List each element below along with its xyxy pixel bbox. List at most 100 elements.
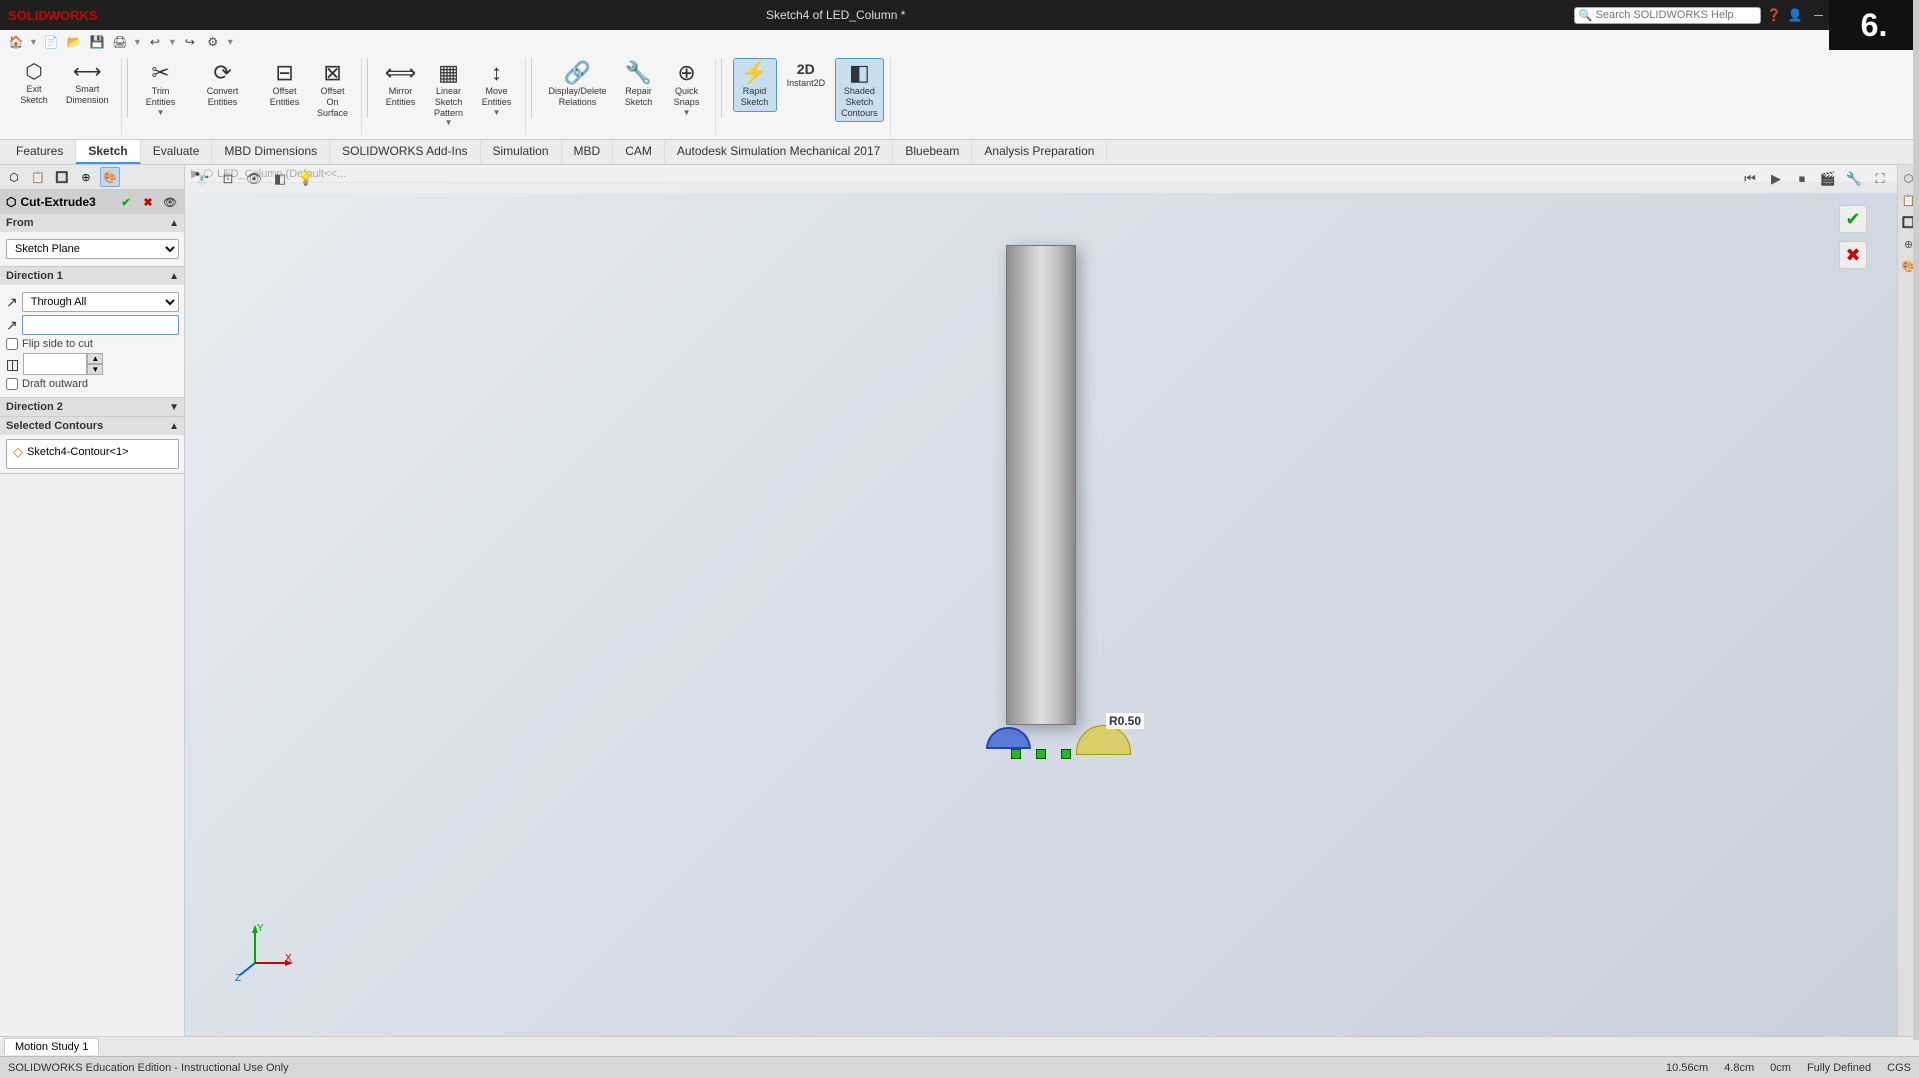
redo-btn[interactable]: ↪ [180, 32, 200, 52]
draft-icon: ◫ [6, 356, 19, 373]
pm-cancel-btn[interactable]: ✖ [139, 193, 157, 211]
tab-cam[interactable]: CAM [613, 140, 665, 164]
offset-surface-btn[interactable]: ⊠ OffsetOnSurface [311, 58, 355, 122]
display-style-btn[interactable]: ◧ [269, 168, 291, 190]
tab-sw-addins[interactable]: SOLIDWORKS Add-Ins [330, 140, 480, 164]
exit-sketch-btn[interactable]: ⬡ ExitSketch [12, 58, 56, 110]
pm-dir1-header[interactable]: Direction 1 ▲ [0, 267, 185, 285]
coord-y: 4.8cm [1724, 1062, 1754, 1074]
property-manager-btn[interactable]: 📋 [28, 167, 48, 187]
pm-contours-header[interactable]: Selected Contours ▲ [0, 417, 185, 435]
tab-features[interactable]: Features [4, 140, 76, 164]
view-orient-btn[interactable]: 🔭 [191, 168, 213, 190]
pm-feature-icon: ⬡ [6, 195, 16, 209]
smart-dimension-btn[interactable]: ⟷ SmartDimension [60, 58, 115, 110]
pm-dir2-header[interactable]: Direction 2 ▼ [0, 398, 185, 416]
dir1-depth-input[interactable] [22, 315, 179, 335]
draft-angle-down[interactable]: ▼ [87, 364, 103, 375]
play-btn[interactable]: ▶ [1765, 168, 1787, 190]
tab-simulation[interactable]: Simulation [481, 140, 562, 164]
rapid-sketch-label: RapidSketch [741, 86, 769, 108]
display-manager-btn[interactable]: 🎨 [100, 167, 120, 187]
tab-mbd[interactable]: MBD [562, 140, 614, 164]
draft-angle-spinner-btns: ▲ ▼ [87, 353, 103, 375]
repair-sketch-btn[interactable]: 🔧 RepairSketch [617, 58, 661, 112]
expand-btn[interactable]: ⛶ [1869, 168, 1891, 190]
home-btn[interactable]: 🏠 [6, 32, 26, 52]
tab-autodesk[interactable]: Autodesk Simulation Mechanical 2017 [665, 140, 893, 164]
move-entities-btn[interactable]: ↕ MoveEntities ▼ [475, 58, 519, 121]
pm-contours-label: Selected Contours [6, 420, 103, 432]
ribbon-group-sketch: ⬡ ExitSketch ⟷ SmartDimension [6, 58, 122, 135]
draft-angle-up[interactable]: ▲ [87, 353, 103, 364]
flip-side-checkbox[interactable] [6, 338, 18, 350]
minimize-btn[interactable]: ─ [1808, 6, 1829, 24]
dir1-chevron: ▲ [169, 271, 179, 282]
search-icon: 🔍 [1579, 9, 1593, 22]
offset-surf-label: OffsetOnSurface [317, 86, 348, 118]
stop-btn[interactable]: ⏹ [1791, 168, 1813, 190]
search-box[interactable]: 🔍 [1574, 7, 1761, 24]
shaded-sketch-contours-btn[interactable]: ◧ ShadedSketchContours [835, 58, 884, 122]
save-btn[interactable]: 💾 [87, 32, 107, 52]
convert-entities-btn[interactable]: ⟳ Convert Entities [187, 58, 259, 112]
svg-text:Y: Y [257, 923, 264, 934]
relations-items: 🔗 Display/DeleteRelations 🔧 RepairSketch… [543, 58, 709, 121]
linear-dropdown-arrow: ▼ [445, 118, 453, 127]
trim-entities-btn[interactable]: ✂ TrimEntities ▼ [139, 58, 183, 121]
feature-tree-header: ⬡ 📋 🔲 ⊕ 🎨 [0, 165, 184, 190]
render-btn[interactable]: 🎬 [1817, 168, 1839, 190]
quick-snaps-btn[interactable]: ⊕ QuickSnaps ▼ [665, 58, 709, 121]
display-delete-relations-btn[interactable]: 🔗 Display/DeleteRelations [543, 58, 613, 112]
dir1-type-select[interactable]: Through All Blind Up To Surface [22, 292, 179, 312]
tab-evaluate[interactable]: Evaluate [141, 140, 213, 164]
draft-angle-input[interactable] [23, 353, 87, 375]
instant2d-btn[interactable]: 2D Instant2D [781, 58, 832, 93]
pm-ok-btn[interactable]: ✔ [117, 193, 135, 211]
open-btn[interactable]: 📂 [64, 32, 84, 52]
blue-semicircle [986, 727, 1031, 749]
dim-xpert-btn[interactable]: ⊕ [76, 167, 96, 187]
repair-label: RepairSketch [625, 86, 653, 108]
pm-preview-btn[interactable]: 👁 [161, 193, 179, 211]
pm-dir1-label: Direction 1 [6, 270, 63, 282]
linear-pattern-btn[interactable]: ▦ LinearSketchPattern ▼ [427, 58, 471, 131]
rapid-sketch-btn[interactable]: ⚡ RapidSketch [733, 58, 777, 112]
feature-tree-btn[interactable]: ⬡ [4, 167, 24, 187]
pm-dir2-label: Direction 2 [6, 401, 63, 413]
column-model [1006, 245, 1076, 725]
pm-contours-content: ◇ Sketch4-Contour<1> [0, 435, 185, 473]
config-manager-btn[interactable]: 🔲 [52, 167, 72, 187]
motion-study-tab[interactable]: Motion Study 1 [4, 1038, 99, 1055]
scene-btn[interactable]: 💡 [295, 168, 317, 190]
rollback-btn[interactable]: ⏮ [1739, 168, 1761, 190]
mirror-entities-btn[interactable]: ⟺ MirrorEntities [379, 58, 423, 112]
view-section-btn[interactable]: ⊡ [217, 168, 239, 190]
dir1-direction-icon: ↗ [6, 294, 18, 311]
new-btn[interactable]: 📄 [41, 32, 61, 52]
options-btn[interactable]: ⚙ [203, 32, 223, 52]
pm-dir1-content: ↗ Through All Blind Up To Surface ↗ Fl [0, 285, 185, 397]
coord-z: 0cm [1770, 1062, 1791, 1074]
tools-btn[interactable]: 🔧 [1843, 168, 1865, 190]
flip-side-row: Flip side to cut [6, 338, 179, 350]
pattern-items: ⟺ MirrorEntities ▦ LinearSketchPattern ▼… [379, 58, 519, 131]
smart-dim-icon: ⟷ [73, 62, 102, 82]
pm-from-header[interactable]: From ▲ [0, 214, 185, 232]
tab-bluebeam[interactable]: Bluebeam [893, 140, 972, 164]
search-input[interactable] [1596, 9, 1756, 21]
trim-dropdown-arrow: ▼ [157, 108, 165, 117]
tab-analysis[interactable]: Analysis Preparation [972, 140, 1107, 164]
quick-snaps-label: QuickSnaps [674, 86, 700, 108]
ribbon-group-draw: ✂ TrimEntities ▼ ⟳ Convert Entities ⊟ Of… [133, 58, 362, 135]
main-content: ⬡ 📋 🔲 ⊕ 🎨 ⬡ Cut-Extrude3 ✔ ✖ 👁 [0, 165, 1919, 1036]
draft-outward-checkbox[interactable] [6, 378, 18, 390]
display-delete-icon: 🔗 [564, 62, 591, 84]
hide-show-btn[interactable]: 👁 [243, 168, 265, 190]
print-btn[interactable]: 🖨 [110, 32, 130, 52]
offset-entities-btn[interactable]: ⊟ OffsetEntities [263, 58, 307, 112]
tab-sketch[interactable]: Sketch [76, 140, 140, 164]
from-type-select[interactable]: Sketch Plane [6, 239, 179, 259]
tab-mbd-dimensions[interactable]: MBD Dimensions [212, 140, 330, 164]
undo-btn[interactable]: ↩ [145, 32, 165, 52]
